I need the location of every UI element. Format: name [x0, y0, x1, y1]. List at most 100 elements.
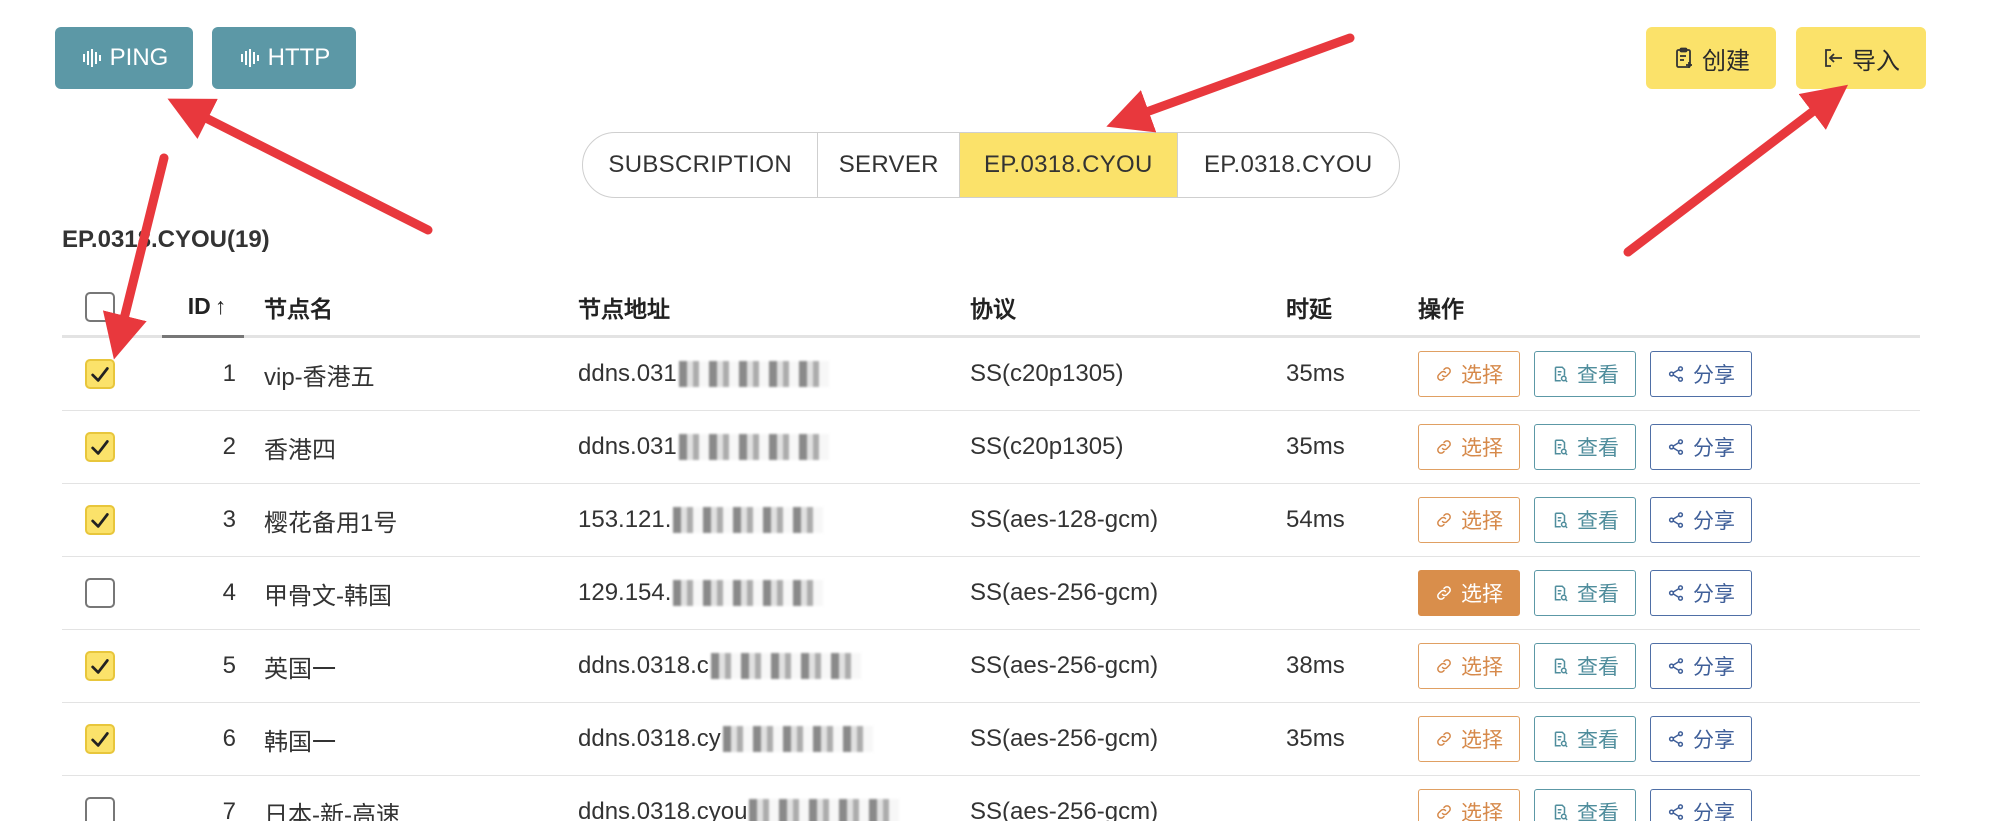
- row-checkbox[interactable]: [85, 724, 115, 754]
- import-button[interactable]: 导入: [1796, 27, 1926, 89]
- ops-column-header: 操作: [1418, 295, 1464, 322]
- tab-server[interactable]: SERVER: [818, 133, 961, 197]
- ping-button[interactable]: PING: [55, 27, 193, 89]
- row-checkbox[interactable]: [85, 797, 115, 821]
- create-button[interactable]: 创建: [1646, 27, 1776, 89]
- node-table: ID ↑ 节点名 节点地址 协议 时延 操作 1 vip-香港五 ddns.031 S…: [62, 278, 1920, 821]
- row-node-address: 153.121.: [578, 484, 824, 556]
- view-label: 查看: [1577, 729, 1619, 752]
- row-id: 5: [222, 652, 236, 679]
- import-button-label: 导入: [1852, 47, 1900, 75]
- link-icon: [1437, 732, 1451, 746]
- view-button[interactable]: 查看: [1534, 570, 1636, 616]
- row-protocol: SS(aes-256-gcm): [970, 652, 1159, 679]
- select-label: 选择: [1461, 437, 1503, 460]
- table-row: 5 英国一 ddns.0318.c SS(aes-256-gcm) 38ms 选择 查看 分享: [62, 630, 1920, 703]
- share-button[interactable]: 分享: [1650, 789, 1752, 821]
- row-checkbox[interactable]: [85, 578, 115, 608]
- row-actions: 选择 查看 分享: [1418, 338, 1752, 410]
- row-checkbox[interactable]: [85, 651, 115, 681]
- share-label: 分享: [1693, 510, 1735, 533]
- group-title: EP.0318.CYOU(19): [62, 226, 270, 253]
- view-button[interactable]: 查看: [1534, 643, 1636, 689]
- select-all-checkbox[interactable]: [85, 291, 115, 322]
- table-row: 6 韩国一 ddns.0318.cy SS(aes-256-gcm) 35ms 选择 查看 分…: [62, 703, 1920, 776]
- select-label: 选择: [1461, 583, 1503, 606]
- sort-arrow-icon: ↑: [214, 293, 227, 319]
- select-button[interactable]: 选择: [1418, 643, 1520, 689]
- view-label: 查看: [1577, 510, 1619, 533]
- share-button[interactable]: 分享: [1650, 424, 1752, 470]
- address-text: ddns.031: [578, 433, 677, 460]
- redacted-address: [673, 507, 824, 533]
- select-label: 选择: [1461, 364, 1503, 387]
- share-label: 分享: [1693, 364, 1735, 387]
- row-id: 7: [222, 798, 236, 821]
- table-row: 7 日本-新-高速 ddns.0318.cyou SS(aes-256-gcm) 选择 查…: [62, 776, 1920, 821]
- id-column-header[interactable]: ID ↑: [162, 278, 252, 335]
- share-button[interactable]: 分享: [1650, 643, 1752, 689]
- select-button[interactable]: 选择: [1418, 570, 1520, 616]
- tab-ep-0318-cyou[interactable]: EP.0318.CYOU: [1178, 133, 1399, 197]
- select-button[interactable]: 选择: [1418, 716, 1520, 762]
- table-row: 4 甲骨文-韩国 129.154. SS(aes-256-gcm) 选择 查看 分享: [62, 557, 1920, 630]
- row-node-name: 韩国一: [264, 728, 336, 756]
- select-button[interactable]: 选择: [1418, 497, 1520, 543]
- redacted-address: [673, 580, 824, 606]
- share-icon: [1668, 512, 1684, 528]
- share-label: 分享: [1693, 437, 1735, 460]
- redacted-address: [678, 434, 829, 460]
- arrow-to-import: [1623, 84, 1849, 257]
- http-button[interactable]: HTTP: [212, 27, 356, 89]
- share-button[interactable]: 分享: [1650, 497, 1752, 543]
- view-button[interactable]: 查看: [1534, 424, 1636, 470]
- row-node-address: ddns.031: [578, 338, 829, 410]
- subscription-tabs: SUBSCRIPTION SERVER EP.0318.CYOU EP.0318…: [582, 132, 1400, 198]
- select-button[interactable]: 选择: [1418, 351, 1520, 397]
- row-node-name: vip-香港五: [264, 363, 375, 391]
- share-label: 分享: [1693, 802, 1735, 821]
- arrow-to-active-tab: [1106, 33, 1355, 133]
- document-view-icon: [1554, 366, 1568, 383]
- row-node-address: ddns.0318.c: [578, 630, 861, 702]
- select-label: 选择: [1461, 656, 1503, 679]
- clipboard-add-icon: [1676, 47, 1692, 68]
- address-column-header: 节点地址: [578, 295, 670, 322]
- address-text: 129.154.: [578, 579, 672, 606]
- view-button[interactable]: 查看: [1534, 789, 1636, 821]
- select-button[interactable]: 选择: [1418, 789, 1520, 821]
- tab-subscription[interactable]: SUBSCRIPTION: [583, 133, 819, 197]
- view-button[interactable]: 查看: [1534, 351, 1636, 397]
- link-icon: [1437, 513, 1451, 527]
- arrow-to-ping: [167, 98, 433, 235]
- row-actions: 选择 查看 分享: [1418, 776, 1752, 821]
- row-latency: 38ms: [1286, 652, 1345, 679]
- row-node-name: 日本-新-高速: [264, 801, 400, 821]
- redacted-address: [710, 653, 861, 679]
- address-text: 153.121.: [578, 506, 672, 533]
- view-button[interactable]: 查看: [1534, 497, 1636, 543]
- document-view-icon: [1554, 804, 1568, 821]
- redacted-address: [722, 726, 873, 752]
- share-button[interactable]: 分享: [1650, 351, 1752, 397]
- row-checkbox[interactable]: [85, 432, 115, 462]
- share-button[interactable]: 分享: [1650, 716, 1752, 762]
- select-label: 选择: [1461, 729, 1503, 752]
- row-actions: 选择 查看 分享: [1418, 411, 1752, 483]
- row-checkbox[interactable]: [85, 359, 115, 389]
- row-protocol: SS(c20p1305): [970, 433, 1124, 460]
- view-label: 查看: [1577, 802, 1619, 821]
- share-label: 分享: [1693, 583, 1735, 606]
- waveform-icon: [82, 49, 101, 67]
- id-header-label: ID: [187, 293, 211, 319]
- share-label: 分享: [1693, 729, 1735, 752]
- tab-ep-0318-cyou-active[interactable]: EP.0318.CYOU: [960, 133, 1178, 197]
- row-latency: 35ms: [1286, 360, 1345, 387]
- share-button[interactable]: 分享: [1650, 570, 1752, 616]
- row-id: 6: [222, 725, 236, 752]
- table-header: ID ↑ 节点名 节点地址 协议 时延 操作: [62, 278, 1920, 338]
- view-button[interactable]: 查看: [1534, 716, 1636, 762]
- row-checkbox[interactable]: [85, 505, 115, 535]
- select-button[interactable]: 选择: [1418, 424, 1520, 470]
- protocol-column-header: 协议: [970, 295, 1016, 322]
